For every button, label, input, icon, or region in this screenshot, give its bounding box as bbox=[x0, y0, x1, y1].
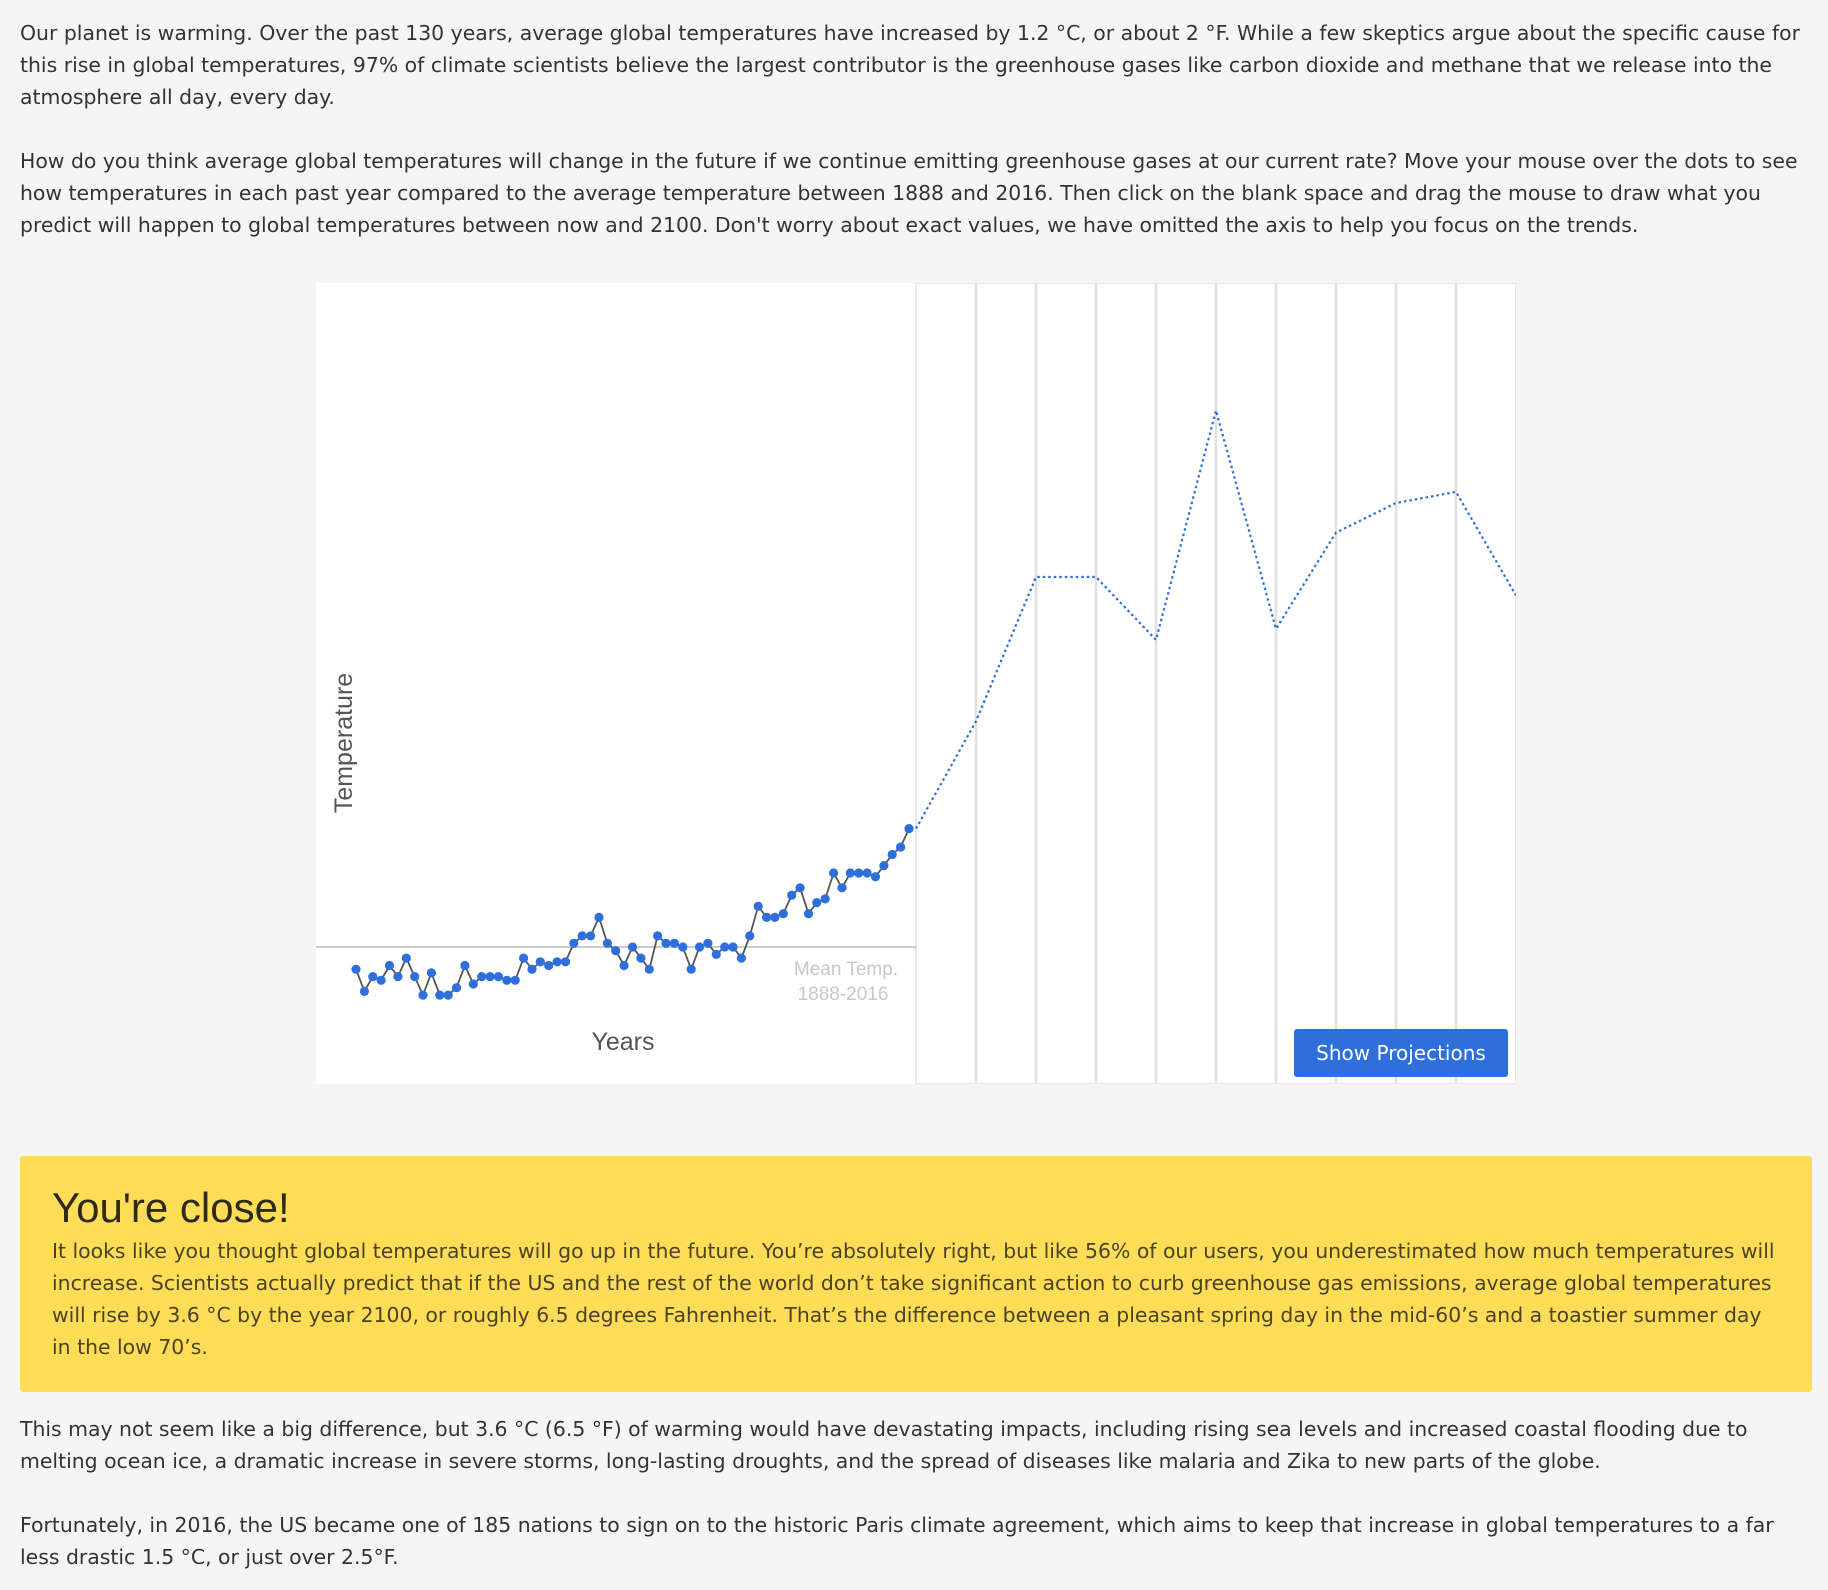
history-dot[interactable] bbox=[401, 953, 411, 963]
history-dot[interactable] bbox=[896, 842, 906, 852]
history-dot[interactable] bbox=[502, 975, 512, 985]
feedback-box: You're close! It looks like you thought … bbox=[20, 1156, 1812, 1392]
history-dot[interactable] bbox=[451, 983, 462, 993]
history-dot[interactable] bbox=[544, 960, 554, 971]
history-dot[interactable] bbox=[368, 972, 378, 982]
history-dot[interactable] bbox=[854, 868, 864, 878]
history-dot[interactable] bbox=[787, 890, 797, 900]
history-dot[interactable] bbox=[795, 883, 805, 893]
history-dot[interactable] bbox=[443, 990, 453, 1000]
history-dot[interactable] bbox=[468, 979, 478, 989]
history-dot[interactable] bbox=[870, 872, 881, 882]
history-dot[interactable] bbox=[669, 938, 679, 948]
history-dot[interactable] bbox=[703, 938, 713, 948]
history-dot[interactable] bbox=[602, 938, 612, 948]
history-dot[interactable] bbox=[510, 975, 520, 985]
history-dot[interactable] bbox=[619, 960, 629, 971]
show-projections-button[interactable]: Show Projections bbox=[1294, 1029, 1508, 1077]
history-dot[interactable] bbox=[384, 960, 395, 971]
history-dot[interactable] bbox=[527, 964, 537, 974]
history-dot[interactable] bbox=[745, 931, 755, 941]
temperature-chart[interactable]: Mean Temp. 1888-2016 Years Temperature bbox=[316, 283, 1516, 1084]
intro-paragraph-2: How do you think average global temperat… bbox=[20, 149, 1798, 237]
history-dot[interactable] bbox=[887, 849, 897, 860]
history-dot[interactable] bbox=[678, 942, 688, 952]
history-dot[interactable] bbox=[644, 964, 654, 974]
history-dot[interactable] bbox=[803, 909, 814, 919]
y-axis-label: Temperature bbox=[330, 673, 358, 813]
history-dot[interactable] bbox=[410, 972, 420, 982]
history-dot[interactable] bbox=[686, 964, 696, 974]
history-dot[interactable] bbox=[720, 942, 730, 952]
history-dot[interactable] bbox=[636, 953, 646, 963]
history-dot[interactable] bbox=[904, 824, 914, 834]
history-dot[interactable] bbox=[711, 949, 721, 960]
history-dot[interactable] bbox=[753, 901, 763, 911]
mean-temp-label-line2: 1888-2016 bbox=[798, 984, 889, 1005]
history-dot[interactable] bbox=[879, 861, 889, 871]
history-dot[interactable] bbox=[829, 868, 839, 878]
x-axis-label: Years bbox=[591, 1028, 654, 1056]
history-dot[interactable] bbox=[586, 931, 596, 941]
history-dot[interactable] bbox=[426, 968, 436, 978]
history-dot[interactable] bbox=[661, 938, 671, 948]
intro-paragraph-1: Our planet is warming. Over the past 130… bbox=[20, 21, 1800, 109]
history-dot[interactable] bbox=[552, 957, 562, 967]
history-dot[interactable] bbox=[493, 972, 503, 982]
history-dot[interactable] bbox=[519, 953, 529, 963]
history-dot[interactable] bbox=[560, 957, 571, 967]
history-dot[interactable] bbox=[728, 942, 738, 952]
history-dot[interactable] bbox=[418, 990, 428, 1000]
history-dot[interactable] bbox=[577, 931, 587, 941]
chart-canvas[interactable]: Mean Temp. 1888-2016 Years Temperature bbox=[316, 283, 1516, 1084]
history-dot[interactable] bbox=[485, 972, 495, 982]
history-dot[interactable] bbox=[812, 898, 822, 908]
history-dot[interactable] bbox=[653, 931, 663, 941]
history-dot[interactable] bbox=[535, 957, 545, 967]
history-dot[interactable] bbox=[569, 938, 579, 948]
feedback-body: It looks like you thought global tempera… bbox=[52, 1239, 1775, 1359]
history-dot[interactable] bbox=[736, 953, 746, 963]
history-dot[interactable] bbox=[837, 883, 847, 893]
history-dot[interactable] bbox=[376, 975, 386, 985]
history-dot[interactable] bbox=[359, 986, 369, 997]
history-dot[interactable] bbox=[460, 960, 470, 971]
history-dot[interactable] bbox=[770, 912, 780, 923]
history-dot[interactable] bbox=[762, 912, 772, 923]
page: Our planet is warming. Over the past 130… bbox=[0, 0, 1828, 1590]
history-dot[interactable] bbox=[820, 894, 830, 904]
outro-paragraph-2: Fortunately, in 2016, the US became one … bbox=[20, 1513, 1774, 1569]
history-dot[interactable] bbox=[435, 990, 445, 1000]
outro-paragraph-1: This may not seem like a big difference,… bbox=[20, 1417, 1748, 1473]
history-dot[interactable] bbox=[594, 912, 604, 923]
feedback-title: You're close! bbox=[52, 1184, 290, 1231]
mean-temp-label-line1: Mean Temp. bbox=[794, 959, 898, 980]
history-dot[interactable] bbox=[477, 972, 487, 982]
history-dot[interactable] bbox=[611, 946, 621, 956]
history-dot[interactable] bbox=[351, 964, 361, 974]
history-dot[interactable] bbox=[627, 942, 638, 952]
history-dot[interactable] bbox=[845, 868, 855, 878]
history-dot[interactable] bbox=[862, 868, 872, 878]
history-dot[interactable] bbox=[778, 909, 788, 919]
history-dot[interactable] bbox=[393, 972, 403, 982]
history-dot[interactable] bbox=[694, 942, 705, 952]
